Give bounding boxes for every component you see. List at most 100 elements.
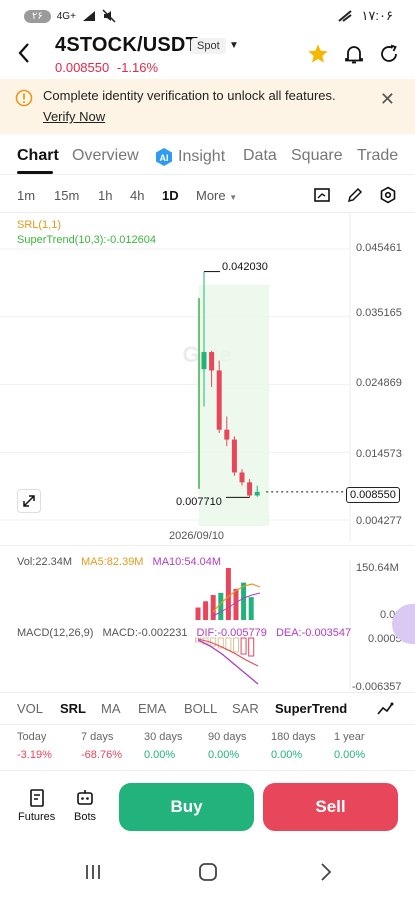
performance-value: 0.00% xyxy=(334,749,366,761)
indicator-boll[interactable]: BOLL xyxy=(184,701,217,716)
indicator-sar[interactable]: SAR xyxy=(232,701,259,716)
recent-apps-icon[interactable] xyxy=(83,862,103,882)
macd-bar xyxy=(240,637,247,655)
interval-1d[interactable]: 1D xyxy=(162,188,179,203)
performance-period: 30 days xyxy=(144,731,183,743)
info-icon xyxy=(15,89,33,107)
macd-bar xyxy=(248,637,255,657)
macd-bar xyxy=(225,637,232,651)
bots-button[interactable]: Bots xyxy=(74,788,96,823)
back-button[interactable] xyxy=(14,40,36,66)
interval-4h[interactable]: 4h xyxy=(130,188,144,203)
performance-item: 90 days 0.00% xyxy=(208,731,247,761)
tab-insight[interactable]: AI Insight xyxy=(154,147,225,167)
volume-macd-chart[interactable] xyxy=(0,560,415,690)
last-price: 0.008550 xyxy=(55,60,110,75)
date-label: 2026/09/10 xyxy=(169,530,225,542)
indicator-supertrend[interactable]: SuperTrend xyxy=(275,701,347,716)
interval-more-label: More xyxy=(196,188,226,203)
chevron-down-icon[interactable]: ▼ xyxy=(229,40,239,51)
interval-1h[interactable]: 1h xyxy=(98,188,112,203)
supertrend-label: SuperTrend(10,3):-0.012604 xyxy=(17,234,157,246)
performance-value: -3.19% xyxy=(17,749,52,761)
indicator-settings-icon[interactable] xyxy=(376,700,394,718)
home-icon[interactable] xyxy=(198,862,218,882)
verification-banner: Complete identity verification to unlock… xyxy=(0,79,415,134)
tab-chart[interactable]: Chart xyxy=(17,147,59,165)
high-label: 0.042030 xyxy=(222,261,268,273)
candle-body xyxy=(254,491,260,496)
macd-legend: MACD(12,26,9) MACD:-0.002231 DIF:-0.0057… xyxy=(17,627,351,639)
indicator-ma[interactable]: MA xyxy=(101,701,121,716)
market-type-badge[interactable]: Spot xyxy=(191,38,226,54)
sell-button[interactable]: Sell xyxy=(263,783,398,831)
futures-label: Futures xyxy=(18,811,56,823)
clock: ۱۷:۰۶ xyxy=(361,8,393,23)
srl-label: SRL(1,1) xyxy=(17,219,62,231)
performance-row: Today -3.19% 7 days -68.76% 30 days 0.00% 90 d… xyxy=(0,731,415,771)
macd-value: MACD:-0.002231 xyxy=(102,627,188,639)
divider xyxy=(0,724,415,725)
futures-button[interactable]: Futures xyxy=(18,788,55,823)
expand-icon[interactable] xyxy=(17,489,41,513)
y-tick: 0.014573 xyxy=(356,448,402,460)
pair-title[interactable]: 4STOCK/USDT xyxy=(55,34,198,57)
interval-1m[interactable]: 1m xyxy=(17,188,35,203)
bot-icon xyxy=(77,790,93,805)
volume-bar xyxy=(248,597,254,620)
candle-body xyxy=(231,439,237,473)
settings-icon[interactable] xyxy=(379,186,397,204)
performance-item: 7 days -68.76% xyxy=(81,731,122,761)
bots-label: Bots xyxy=(74,811,97,823)
star-icon[interactable] xyxy=(307,43,329,65)
tab-square[interactable]: Square xyxy=(291,147,343,165)
volume-bar xyxy=(218,592,224,620)
tab-data[interactable]: Data xyxy=(243,147,277,165)
volume-bar xyxy=(225,568,231,620)
draw-icon[interactable] xyxy=(346,186,364,204)
indicator-vol[interactable]: VOL xyxy=(17,701,43,716)
network-label: 4G+ xyxy=(56,10,76,22)
chart-type-icon[interactable] xyxy=(313,186,331,204)
back-nav-icon[interactable] xyxy=(316,862,336,882)
futures-icon xyxy=(29,789,44,807)
bottom-action-bar: Futures Bots Buy Sell xyxy=(0,780,415,840)
candle-body xyxy=(247,482,253,496)
divider xyxy=(0,770,415,771)
refresh-icon[interactable] xyxy=(378,43,400,65)
verify-now-link[interactable]: Verify Now xyxy=(43,109,105,124)
buy-button[interactable]: Buy xyxy=(119,783,254,831)
performance-item: 30 days 0.00% xyxy=(144,731,183,761)
current-price-label: 0.008550 xyxy=(346,487,400,503)
divider xyxy=(0,545,415,546)
performance-period: 7 days xyxy=(81,731,114,743)
close-icon[interactable]: ✕ xyxy=(380,89,395,110)
supertrend-zone xyxy=(199,284,270,526)
price-change: -1.16% xyxy=(116,60,159,75)
dif-value: DIF:-0.005779 xyxy=(196,627,267,639)
tab-trade[interactable]: Trade xyxy=(357,147,398,165)
bell-icon[interactable] xyxy=(343,43,365,65)
banner-message: Complete identity verification to unlock… xyxy=(43,88,336,103)
performance-period: 1 year xyxy=(334,731,365,743)
volume-bar xyxy=(203,601,209,620)
sim-badge: ۲۶ xyxy=(24,9,51,23)
divider xyxy=(0,692,415,693)
main-tabs: Chart Overview AI Insight Data Square Tr… xyxy=(0,143,415,174)
indicator-srl[interactable]: SRL xyxy=(60,701,86,716)
y-tick: 0.024869 xyxy=(356,377,402,389)
performance-item: 180 days 0.00% xyxy=(271,731,316,761)
system-nav-bar xyxy=(0,850,415,900)
performance-period: 90 days xyxy=(208,731,247,743)
divider xyxy=(0,174,415,175)
macd-label: MACD(12,26,9) xyxy=(17,627,94,639)
interval-more[interactable]: More ▼ xyxy=(196,188,237,203)
cast-icon xyxy=(338,10,353,22)
performance-period: Today xyxy=(17,731,47,743)
volume-bar xyxy=(241,582,247,620)
indicator-ema[interactable]: EMA xyxy=(138,701,166,716)
mute-icon xyxy=(102,9,116,23)
tab-overview[interactable]: Overview xyxy=(72,147,139,165)
macd-bar xyxy=(233,637,239,653)
interval-15m[interactable]: 15m xyxy=(54,188,79,203)
